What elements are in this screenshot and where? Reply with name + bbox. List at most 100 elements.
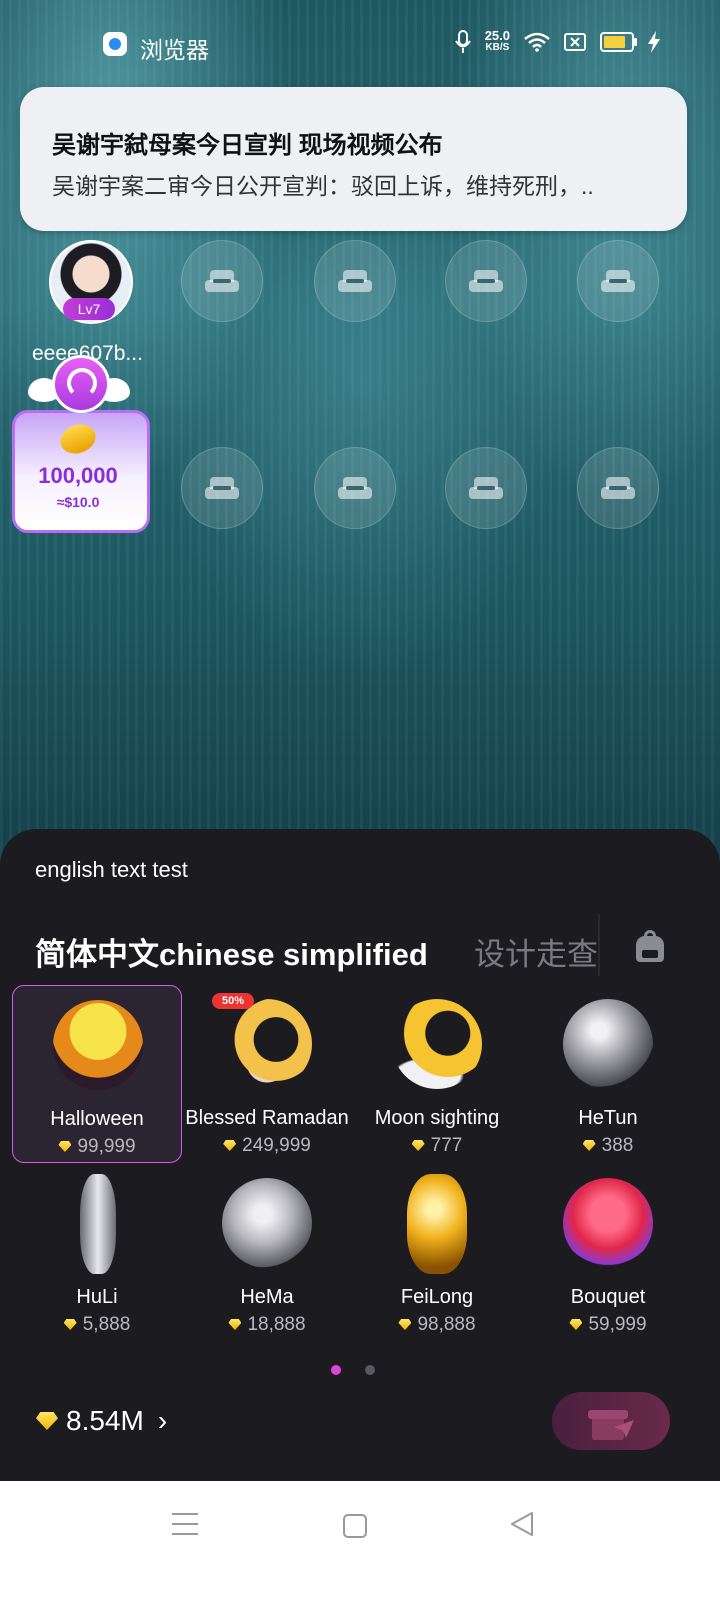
- tab-divider: [598, 914, 600, 976]
- discount-badge: 50%: [212, 993, 254, 1009]
- sofa-icon: [338, 477, 372, 499]
- empty-seat[interactable]: [445, 240, 527, 322]
- mic-icon: [454, 30, 471, 53]
- ramadan-moon-icon: [222, 999, 312, 1089]
- chevron-right-icon: ›: [157, 1405, 168, 1436]
- tab-chinese-simplified[interactable]: 简体中文chinese simplified: [35, 929, 428, 974]
- moon-star-icon: [392, 999, 482, 1089]
- hippo-statue-icon: [222, 1178, 312, 1268]
- gift-price: 18,888: [182, 1314, 352, 1336]
- sofa-icon: [205, 477, 239, 499]
- gift-name: Blessed Ramadan: [185, 1107, 349, 1129]
- gift-price-value: 59,999: [588, 1314, 647, 1335]
- pumpkin-icon: [53, 1000, 143, 1090]
- reward-emblem-icon: [52, 355, 110, 413]
- sofa-icon: [469, 270, 503, 292]
- empty-seat[interactable]: [577, 447, 659, 529]
- gift-price: 777: [352, 1135, 522, 1157]
- diamond-icon: [223, 1140, 237, 1151]
- diamond-balance[interactable]: 8.54M ›: [36, 1405, 167, 1437]
- notification-title: 吴谢宇弑母案今日宣判 现场视频公布: [52, 132, 443, 159]
- system-nav-bar: [0, 1481, 720, 1600]
- gift-price-value: 5,888: [82, 1314, 131, 1335]
- gift-item-halloween[interactable]: Halloween 99,999: [12, 985, 182, 1163]
- sofa-icon: [205, 270, 239, 292]
- diamond-icon: [569, 1319, 583, 1330]
- gift-price-value: 18,888: [247, 1314, 306, 1335]
- notification-body: 吴谢宇案二审今日公开宣判：驳回上诉，维持死刑，..: [52, 173, 594, 199]
- gift-item-feilong[interactable]: FeiLong 98,888: [352, 1164, 522, 1342]
- gift-price-value: 249,999: [242, 1135, 311, 1156]
- diamond-icon: [411, 1140, 425, 1151]
- gift-price: 388: [523, 1135, 693, 1157]
- diamond-icon: [58, 1141, 72, 1152]
- gift-item-huli[interactable]: HuLi 5,888: [12, 1164, 182, 1342]
- empty-seat[interactable]: [181, 240, 263, 322]
- gift-price: 98,888: [352, 1314, 522, 1336]
- gift-item-hema[interactable]: HeMa 18,888: [182, 1164, 352, 1342]
- host-level-badge: Lv7: [63, 298, 115, 320]
- gift-name: HeTun: [578, 1107, 638, 1129]
- battery-icon: [600, 32, 637, 52]
- speed-value: 25.0: [484, 28, 510, 43]
- empty-seat[interactable]: [445, 447, 527, 529]
- sofa-icon: [601, 477, 635, 499]
- diamond-icon: [36, 1412, 58, 1430]
- empty-seat[interactable]: [314, 447, 396, 529]
- gift-name: HeMa: [240, 1286, 294, 1308]
- gift-name: FeiLong: [400, 1286, 474, 1308]
- gift-price-value: 98,888: [417, 1314, 476, 1335]
- gift-price-value: 99,999: [77, 1136, 136, 1157]
- nav-back-icon[interactable]: [510, 1511, 534, 1537]
- gift-price-value: 388: [601, 1135, 634, 1156]
- news-notification[interactable]: 吴谢宇弑母案今日宣判 现场视频公布 吴谢宇案二审今日公开宣判：驳回上诉，维持死刑…: [20, 87, 687, 231]
- gift-name: Moon sighting: [374, 1107, 500, 1129]
- gift-item-moon-sighting[interactable]: Moon sighting 777: [352, 985, 522, 1163]
- gift-item-hetun[interactable]: HeTun 388: [523, 985, 693, 1163]
- sofa-icon: [469, 477, 503, 499]
- gift-item-bouquet[interactable]: Bouquet 59,999: [523, 1164, 693, 1342]
- gift-price: 99,999: [13, 1136, 181, 1158]
- sofa-icon: [338, 270, 372, 292]
- diamond-icon: [63, 1319, 77, 1330]
- nav-home-icon[interactable]: [343, 1514, 367, 1538]
- browser-app-icon: [103, 32, 127, 56]
- charging-icon: [648, 31, 660, 53]
- speed-unit: KB/S: [485, 42, 510, 53]
- tab-design-review[interactable]: 设计走查: [474, 929, 598, 974]
- gift-price-value: 777: [430, 1135, 463, 1156]
- empty-seat[interactable]: [181, 447, 263, 529]
- golden-dragon-icon: [407, 1174, 467, 1274]
- status-bar: 浏览器 25.0 KB/S: [0, 0, 720, 90]
- gift-send-icon: [588, 1402, 636, 1442]
- sim-off-icon: [564, 33, 586, 51]
- gift-price: 5,888: [12, 1314, 182, 1336]
- balance-value: 8.54M: [66, 1405, 144, 1436]
- gift-item-blessed-ramadan[interactable]: 50% Blessed Ramadan 249,999: [182, 985, 352, 1163]
- diamond-icon: [398, 1319, 412, 1330]
- wifi-icon: [524, 32, 550, 52]
- pufferfish-icon: [563, 999, 653, 1089]
- panel-test-text: english text test: [35, 857, 188, 882]
- coin-usd-value: ≈$10.0: [56, 494, 100, 510]
- backpack-icon[interactable]: [636, 930, 664, 962]
- gift-name: Bouquet: [570, 1286, 646, 1308]
- page-dot-active: [331, 1365, 341, 1375]
- empty-seat[interactable]: [577, 240, 659, 322]
- coin-amount: 100,000: [38, 463, 118, 488]
- gift-price: 249,999: [182, 1135, 352, 1157]
- network-speed: 25.0 KB/S: [484, 28, 510, 54]
- diamond-icon: [228, 1319, 242, 1330]
- gift-name: Halloween: [50, 1108, 144, 1130]
- fox-statue-icon: [80, 1174, 116, 1274]
- gift-price: 59,999: [523, 1314, 693, 1336]
- sofa-icon: [601, 270, 635, 292]
- page-dot: [365, 1365, 375, 1375]
- status-app-name: 浏览器: [140, 37, 209, 63]
- nav-menu-icon[interactable]: [172, 1513, 198, 1535]
- rose-bouquet-icon: [563, 1178, 653, 1268]
- diamond-icon: [582, 1140, 596, 1151]
- empty-seat[interactable]: [314, 240, 396, 322]
- status-icons: 25.0 KB/S: [454, 28, 660, 54]
- gift-name: HuLi: [76, 1286, 118, 1308]
